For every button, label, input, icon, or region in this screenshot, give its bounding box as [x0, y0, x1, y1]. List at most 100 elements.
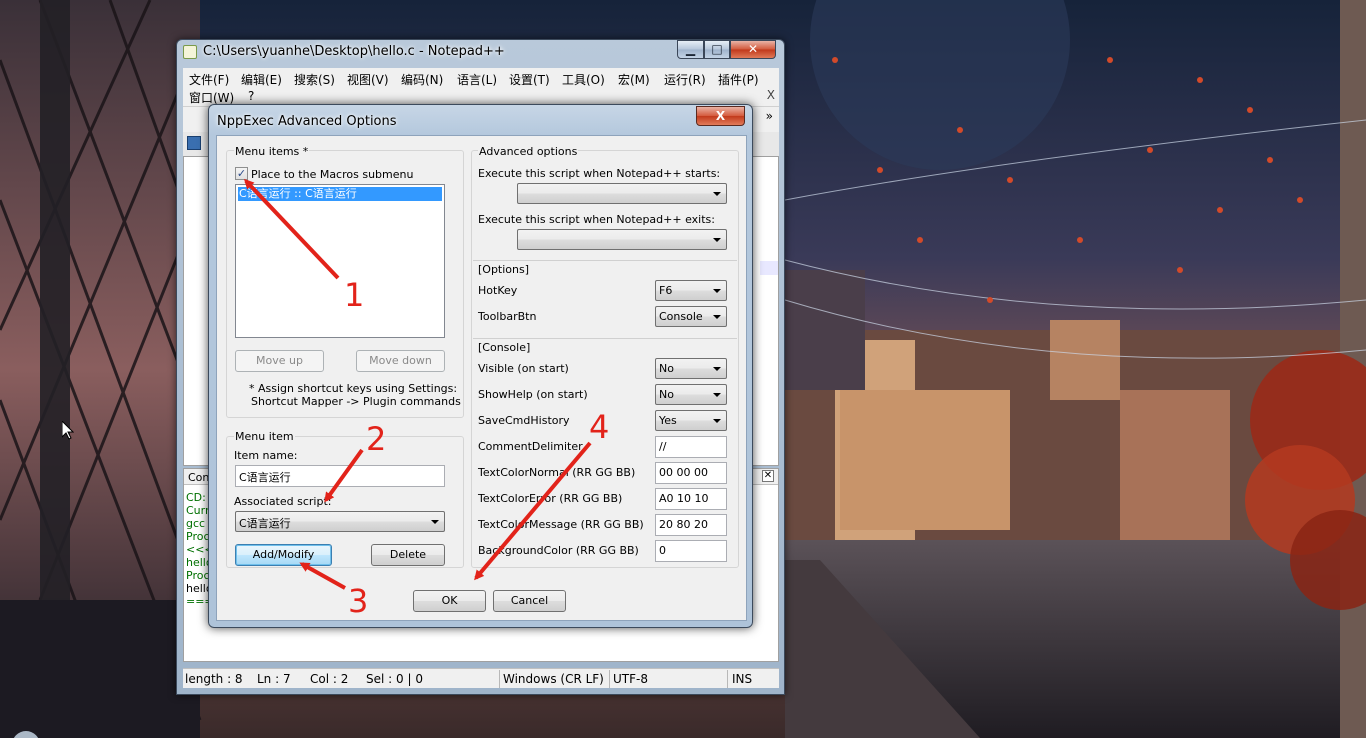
save-icon[interactable] — [187, 136, 201, 150]
console-tab[interactable]: Con — [188, 471, 209, 484]
delete-button[interactable]: Delete — [371, 544, 445, 566]
options-separator — [473, 260, 737, 261]
annotation-number-3: 3 — [348, 582, 369, 620]
status-line: Ln : 7 — [257, 672, 291, 686]
textcolormessage-label: TextColorMessage (RR GG BB) — [478, 518, 644, 531]
textcolorerror-label: TextColorError (RR GG BB) — [478, 492, 623, 505]
menu-tools[interactable]: 工具(O) — [562, 71, 605, 88]
toolbarbtn-value: Console — [659, 310, 703, 323]
shortcut-note-line2: Shortcut Mapper -> Plugin commands — [251, 395, 461, 408]
menu-items-group-label: Menu items * — [234, 145, 310, 158]
console-separator — [473, 338, 737, 339]
menu-help[interactable]: ? — [248, 89, 254, 103]
close-window-button[interactable]: ✕ — [730, 40, 776, 59]
exit-script-label: Execute this script when Notepad++ exits… — [478, 213, 715, 226]
item-name-input[interactable]: C语言运行 — [235, 465, 445, 487]
menu-macro[interactable]: 宏(M) — [618, 71, 650, 88]
maximize-button[interactable]: □ — [704, 40, 730, 59]
current-line-highlight — [760, 261, 778, 275]
move-up-button[interactable]: Move up — [235, 350, 324, 372]
visible-value: No — [659, 362, 674, 375]
showhelp-value: No — [659, 388, 674, 401]
console-close-icon[interactable]: ✕ — [762, 470, 774, 482]
maximize-icon: □ — [711, 42, 723, 56]
menu-edit[interactable]: 编辑(E) — [241, 71, 282, 88]
savecmdhistory-select[interactable]: Yes — [655, 410, 727, 431]
textcolornormal-input[interactable]: 00 00 00 — [655, 462, 727, 484]
menu-items-list[interactable]: C语言运行 :: C语言运行 — [235, 184, 445, 338]
annotation-number-1: 1 — [344, 276, 365, 314]
dropdown-arrow-icon — [713, 238, 721, 242]
menu-settings[interactable]: 设置(T) — [509, 71, 550, 88]
toolbarbtn-select[interactable]: Console — [655, 306, 727, 327]
close-document-button[interactable]: X — [767, 88, 775, 102]
savecmdhistory-label: SaveCmdHistory — [478, 414, 570, 427]
exit-script-select[interactable] — [517, 229, 727, 250]
window-title: C:\Users\yuanhe\Desktop\hello.c - Notepa… — [203, 44, 505, 59]
hotkey-label: HotKey — [478, 284, 518, 297]
options-header: [Options] — [478, 263, 530, 276]
dropdown-arrow-icon — [713, 419, 721, 423]
status-separator — [609, 670, 610, 688]
shortcut-note-line1: * Assign shortcut keys using Settings: — [249, 382, 458, 395]
dropdown-arrow-icon — [713, 367, 721, 371]
menu-item-group-label: Menu item — [234, 430, 295, 443]
start-script-select[interactable] — [517, 183, 727, 204]
menu-plugins[interactable]: 插件(P) — [718, 71, 759, 88]
menu-language[interactable]: 语言(L) — [457, 71, 497, 88]
textcolormessage-input[interactable]: 20 80 20 — [655, 514, 727, 536]
move-down-button[interactable]: Move down — [356, 350, 445, 372]
list-item[interactable]: C语言运行 :: C语言运行 — [238, 187, 442, 201]
associated-script-label: Associated script: — [234, 495, 332, 508]
ok-button[interactable]: OK — [413, 590, 486, 612]
backgroundcolor-input[interactable]: 0 — [655, 540, 727, 562]
menu-encoding[interactable]: 编码(N) — [401, 71, 443, 88]
dialog-close-button[interactable]: X — [696, 106, 745, 126]
close-icon: ✕ — [747, 42, 759, 56]
hotkey-select[interactable]: F6 — [655, 280, 727, 301]
nppexec-advanced-options-dialog: NppExec Advanced Options X Menu items * … — [208, 104, 753, 628]
notepad-app-icon — [183, 45, 197, 59]
annotation-number-2: 2 — [366, 420, 387, 458]
status-column: Col : 2 — [310, 672, 349, 686]
visible-label: Visible (on start) — [478, 362, 569, 375]
dropdown-arrow-icon — [713, 289, 721, 293]
menu-search[interactable]: 搜索(S) — [294, 71, 335, 88]
dropdown-arrow-icon — [431, 520, 439, 524]
textcolorerror-input[interactable]: A0 10 10 — [655, 488, 727, 510]
status-separator — [727, 670, 728, 688]
advanced-options-group-label: Advanced options — [478, 145, 579, 158]
minimize-icon: ▁ — [685, 42, 696, 56]
associated-script-select[interactable]: C语言运行 — [235, 511, 445, 532]
status-eol: Windows (CR LF) — [503, 672, 604, 686]
item-name-label: Item name: — [234, 449, 298, 462]
toolbar-overflow-button[interactable]: » — [766, 109, 773, 123]
menubar: 文件(F) 编辑(E) 搜索(S) 视图(V) 编码(N) 语言(L) 设置(T… — [183, 68, 779, 106]
commentdelimiter-label: CommentDelimiter — [478, 440, 583, 453]
menu-run[interactable]: 运行(R) — [664, 71, 706, 88]
commentdelimiter-input[interactable]: // — [655, 436, 727, 458]
dialog-body: Menu items * ✓ Place to the Macros subme… — [216, 135, 747, 621]
statusbar: length : 8 Ln : 7 Col : 2 Sel : 0 | 0 Wi… — [183, 668, 779, 688]
minimize-button[interactable]: ▁ — [677, 40, 704, 59]
status-selection: Sel : 0 | 0 — [366, 672, 423, 686]
dropdown-arrow-icon — [713, 315, 721, 319]
showhelp-label: ShowHelp (on start) — [478, 388, 588, 401]
menu-file[interactable]: 文件(F) — [189, 71, 229, 88]
macros-submenu-checkbox[interactable]: ✓ — [235, 167, 248, 180]
savecmdhistory-value: Yes — [659, 414, 677, 427]
status-length: length : 8 — [185, 672, 243, 686]
dropdown-arrow-icon — [713, 393, 721, 397]
status-separator — [499, 670, 500, 688]
start-script-label: Execute this script when Notepad++ start… — [478, 167, 721, 180]
macros-submenu-label[interactable]: Place to the Macros submenu — [251, 168, 413, 181]
cancel-button[interactable]: Cancel — [493, 590, 566, 612]
textcolornormal-label: TextColorNormal (RR GG BB) — [478, 466, 636, 479]
add-modify-button[interactable]: Add/Modify — [235, 544, 332, 566]
menu-view[interactable]: 视图(V) — [347, 71, 389, 88]
annotation-number-4: 4 — [589, 408, 610, 446]
dialog-title: NppExec Advanced Options — [217, 114, 397, 129]
notepadpp-titlebar[interactable]: C:\Users\yuanhe\Desktop\hello.c - Notepa… — [177, 40, 784, 64]
visible-select[interactable]: No — [655, 358, 727, 379]
showhelp-select[interactable]: No — [655, 384, 727, 405]
